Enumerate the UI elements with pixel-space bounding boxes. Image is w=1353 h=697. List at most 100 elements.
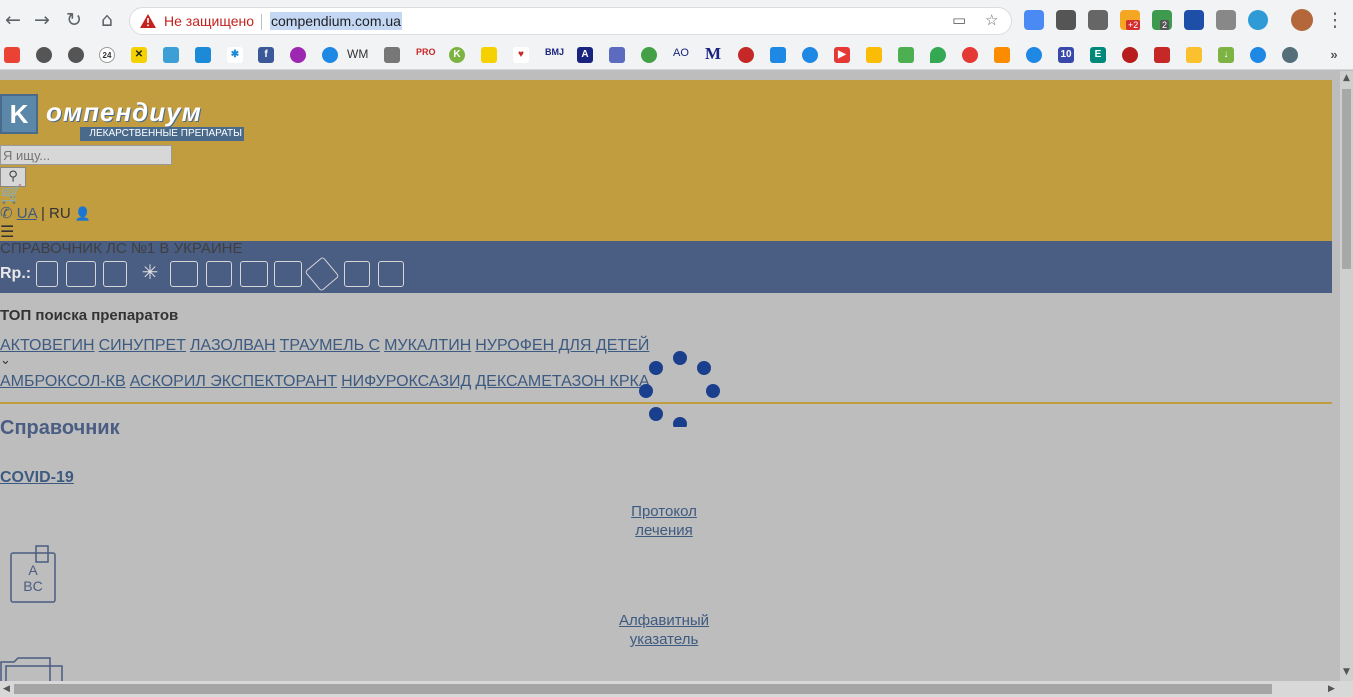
history-bookmark-icon[interactable]	[1282, 47, 1298, 63]
download-bookmark-icon[interactable]: ↓	[1218, 47, 1234, 63]
url-text[interactable]: compendium.com.ua	[270, 12, 402, 30]
drug-link[interactable]: ДЕКСАМЕТАЗОН КРКА	[475, 373, 649, 390]
bookmark-icon[interactable]	[770, 47, 786, 63]
atc-folder-icon[interactable]	[66, 261, 96, 287]
drug-link[interactable]: НУРОФЕН ДЛЯ ДЕТЕЙ	[475, 337, 649, 354]
profile-avatar[interactable]	[1291, 9, 1313, 31]
heart-icon[interactable]: ♥	[513, 47, 529, 63]
bookmark-icon[interactable]	[163, 47, 179, 63]
e-bookmark-icon[interactable]: E	[1090, 47, 1106, 63]
address-bar[interactable]: Не защищено compendium.com.ua ▭ ☆	[129, 7, 1012, 35]
a-bookmark-icon[interactable]: A	[577, 47, 593, 63]
horizontal-scroll-thumb[interactable]	[14, 684, 1272, 694]
user-icon[interactable]: 👤	[75, 207, 91, 222]
reload-icon[interactable]: ↻	[63, 9, 85, 31]
inn-icon[interactable]	[103, 261, 127, 287]
lang-ru-label[interactable]: RU	[49, 205, 71, 222]
clover-icon[interactable]	[641, 47, 657, 63]
vertical-scroll-thumb[interactable]	[1342, 89, 1351, 269]
webmoney-icon[interactable]	[322, 47, 338, 63]
bookmark-m-label[interactable]: M	[705, 44, 721, 64]
catalog-icon[interactable]	[206, 261, 232, 287]
drug-link[interactable]: АСКОРИЛ ЭКСПЕКТОРАНТ	[130, 373, 337, 390]
covid-link[interactable]: COVID-19	[0, 469, 74, 487]
bookmark-10-icon[interactable]: 10	[1058, 47, 1074, 63]
bookmark-icon[interactable]	[609, 47, 625, 63]
cart-icon[interactable]: 🛒	[0, 184, 22, 205]
raiffeisen-icon[interactable]: ✕	[131, 47, 147, 63]
cast-icon[interactable]: ▭	[952, 11, 966, 29]
bookmark-icon[interactable]	[1154, 47, 1170, 63]
bulb-bookmark-icon[interactable]	[1186, 47, 1202, 63]
bookmark-icon[interactable]	[384, 47, 400, 63]
book-icon[interactable]	[378, 261, 404, 287]
forward-icon[interactable]: →	[31, 9, 53, 31]
barcode-icon[interactable]	[170, 261, 198, 287]
k-bookmark-icon[interactable]: K	[449, 47, 465, 63]
bookmark-icon[interactable]	[738, 47, 754, 63]
bookmark-icon[interactable]	[898, 47, 914, 63]
search-input[interactable]	[0, 145, 172, 165]
scroll-left-icon[interactable]: ◀	[3, 684, 10, 694]
bookmark-wm-label[interactable]: WM	[347, 47, 368, 61]
back-icon[interactable]: ←	[2, 9, 24, 31]
lang-ua-link[interactable]: UA	[17, 205, 37, 222]
bookmark-icon[interactable]	[802, 47, 818, 63]
star-bookmark-icon[interactable]: ✱	[227, 47, 243, 63]
bookmark-pro-label[interactable]: PRO	[416, 47, 436, 57]
chevron-down-icon[interactable]: ⌄	[0, 353, 11, 368]
weather-extension-icon[interactable]: +2	[1120, 10, 1141, 30]
bandage-icon[interactable]	[344, 261, 370, 287]
tools-icon[interactable]	[274, 261, 302, 287]
scroll-down-icon[interactable]: ▼	[1343, 667, 1350, 677]
sync-extension-icon[interactable]	[1248, 10, 1268, 30]
drug-link[interactable]: ЛАЗОЛВАН	[190, 337, 276, 354]
flower-icon[interactable]	[290, 47, 306, 63]
bookmark-icon[interactable]	[1122, 47, 1138, 63]
molecule-icon[interactable]: ✳	[136, 261, 164, 287]
treatment-protocol-link[interactable]: Протокол лечения	[614, 502, 714, 540]
not-secure-label[interactable]: Не защищено	[164, 13, 254, 29]
drug-link[interactable]: СИНУПРЕТ	[99, 337, 186, 354]
id-extension-icon[interactable]	[1184, 10, 1204, 30]
phone-icon[interactable]: ✆	[0, 204, 13, 222]
mail-extension-icon[interactable]	[1056, 10, 1076, 30]
scroll-up-icon[interactable]: ▲	[1343, 73, 1350, 83]
drug-link[interactable]: АКТОВЕГИН	[0, 337, 95, 354]
menu-dots-icon[interactable]: ⋮	[1324, 9, 1346, 31]
drug-link[interactable]: АМБРОКСОЛ-КВ	[0, 373, 126, 390]
user-bookmark-icon[interactable]	[1026, 47, 1042, 63]
bookmark-ao-label[interactable]: AO	[673, 47, 689, 59]
trident-icon[interactable]	[481, 47, 497, 63]
alphabet-index-icon[interactable]	[36, 261, 58, 287]
pinwheel-icon[interactable]	[994, 47, 1010, 63]
drug-link[interactable]: НИФУРОКСАЗИД	[341, 373, 471, 390]
logo-letter[interactable]: K	[0, 94, 38, 134]
pharmacy-icon[interactable]	[240, 261, 268, 287]
youtube-icon[interactable]: ▶	[834, 47, 850, 63]
bookmark-icon[interactable]	[962, 47, 978, 63]
shield-extension-icon[interactable]: 2	[1152, 10, 1172, 30]
hamburger-menu-icon[interactable]: ☰	[0, 222, 14, 241]
scroll-right-icon[interactable]: ▶	[1328, 684, 1335, 694]
translate-extension-icon[interactable]	[1024, 10, 1044, 30]
drug-link[interactable]: МУКАЛТИН	[384, 337, 471, 354]
facebook-icon[interactable]: f	[258, 47, 274, 63]
globe-icon[interactable]	[68, 47, 84, 63]
logo-word[interactable]: омпендиум	[46, 97, 202, 128]
screen-extension-icon[interactable]	[1216, 10, 1236, 30]
drive-icon[interactable]	[866, 47, 882, 63]
lightbulb-extension-icon[interactable]	[1088, 10, 1108, 30]
maps-pin-icon[interactable]	[930, 47, 946, 63]
bookmark-bmj-label[interactable]: BMJ	[545, 47, 564, 57]
bookmark-star-icon[interactable]: ☆	[985, 11, 998, 29]
globe-icon[interactable]	[36, 47, 52, 63]
bookmark-icon[interactable]	[195, 47, 211, 63]
drug-link[interactable]: ТРАУМЕЛЬ С	[280, 337, 381, 354]
vertical-scrollbar[interactable]: ▲ ▼	[1340, 71, 1353, 681]
alphabet-book-icon[interactable]: A BC	[10, 545, 56, 603]
horizontal-scrollbar[interactable]: ◀ ▶	[0, 681, 1353, 697]
apps-grid-icon[interactable]	[4, 47, 20, 63]
home-icon[interactable]: ⌂	[96, 9, 118, 31]
alphabetical-index-link[interactable]: Алфавитный указатель	[604, 611, 724, 649]
